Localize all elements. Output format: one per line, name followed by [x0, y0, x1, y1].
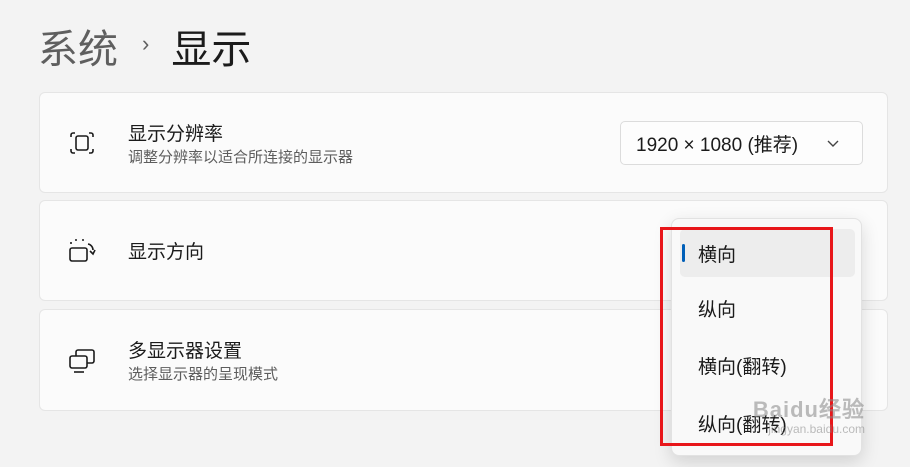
- resolution-title: 显示分辨率: [128, 124, 224, 145]
- menu-item-portrait-flipped[interactable]: 纵向(翻转): [680, 399, 855, 447]
- orientation-dropdown-menu: 横向 纵向 横向(翻转) 纵向(翻转): [671, 218, 862, 456]
- menu-item-portrait[interactable]: 纵向: [680, 284, 855, 332]
- chevron-down-icon: [827, 140, 839, 147]
- orientation-title: 显示方向: [128, 242, 205, 263]
- menu-item-label: 横向(翻转): [698, 356, 787, 378]
- selected-indicator: [682, 244, 685, 262]
- breadcrumb-parent-system[interactable]: 系统: [38, 17, 118, 75]
- multi-display-icon: [69, 349, 95, 373]
- page-title: 显示: [171, 28, 252, 72]
- resolution-dropdown-value: 1920 × 1080 (推荐): [636, 134, 799, 156]
- display-resolution-card: 显示分辨率 调整分辨率以适合所连接的显示器 1920 × 1080 (推荐): [39, 92, 888, 193]
- menu-item-label: 横向: [698, 244, 737, 266]
- resolution-dropdown[interactable]: 1920 × 1080 (推荐): [620, 121, 863, 165]
- menu-item-landscape[interactable]: 横向: [680, 229, 855, 277]
- breadcrumb: 系统 › 显示: [38, 20, 251, 72]
- multi-display-title: 多显示器设置: [128, 341, 243, 362]
- menu-item-label: 纵向: [698, 299, 737, 321]
- menu-item-label: 纵向(翻转): [698, 414, 787, 436]
- breadcrumb-separator: ›: [142, 31, 150, 56]
- menu-item-landscape-flipped[interactable]: 横向(翻转): [680, 341, 855, 389]
- orientation-icon: [69, 239, 96, 262]
- resolution-subtitle: 调整分辨率以适合所连接的显示器: [128, 149, 354, 166]
- multi-display-subtitle: 选择显示器的呈现模式: [128, 366, 279, 383]
- resolution-icon: [70, 132, 94, 154]
